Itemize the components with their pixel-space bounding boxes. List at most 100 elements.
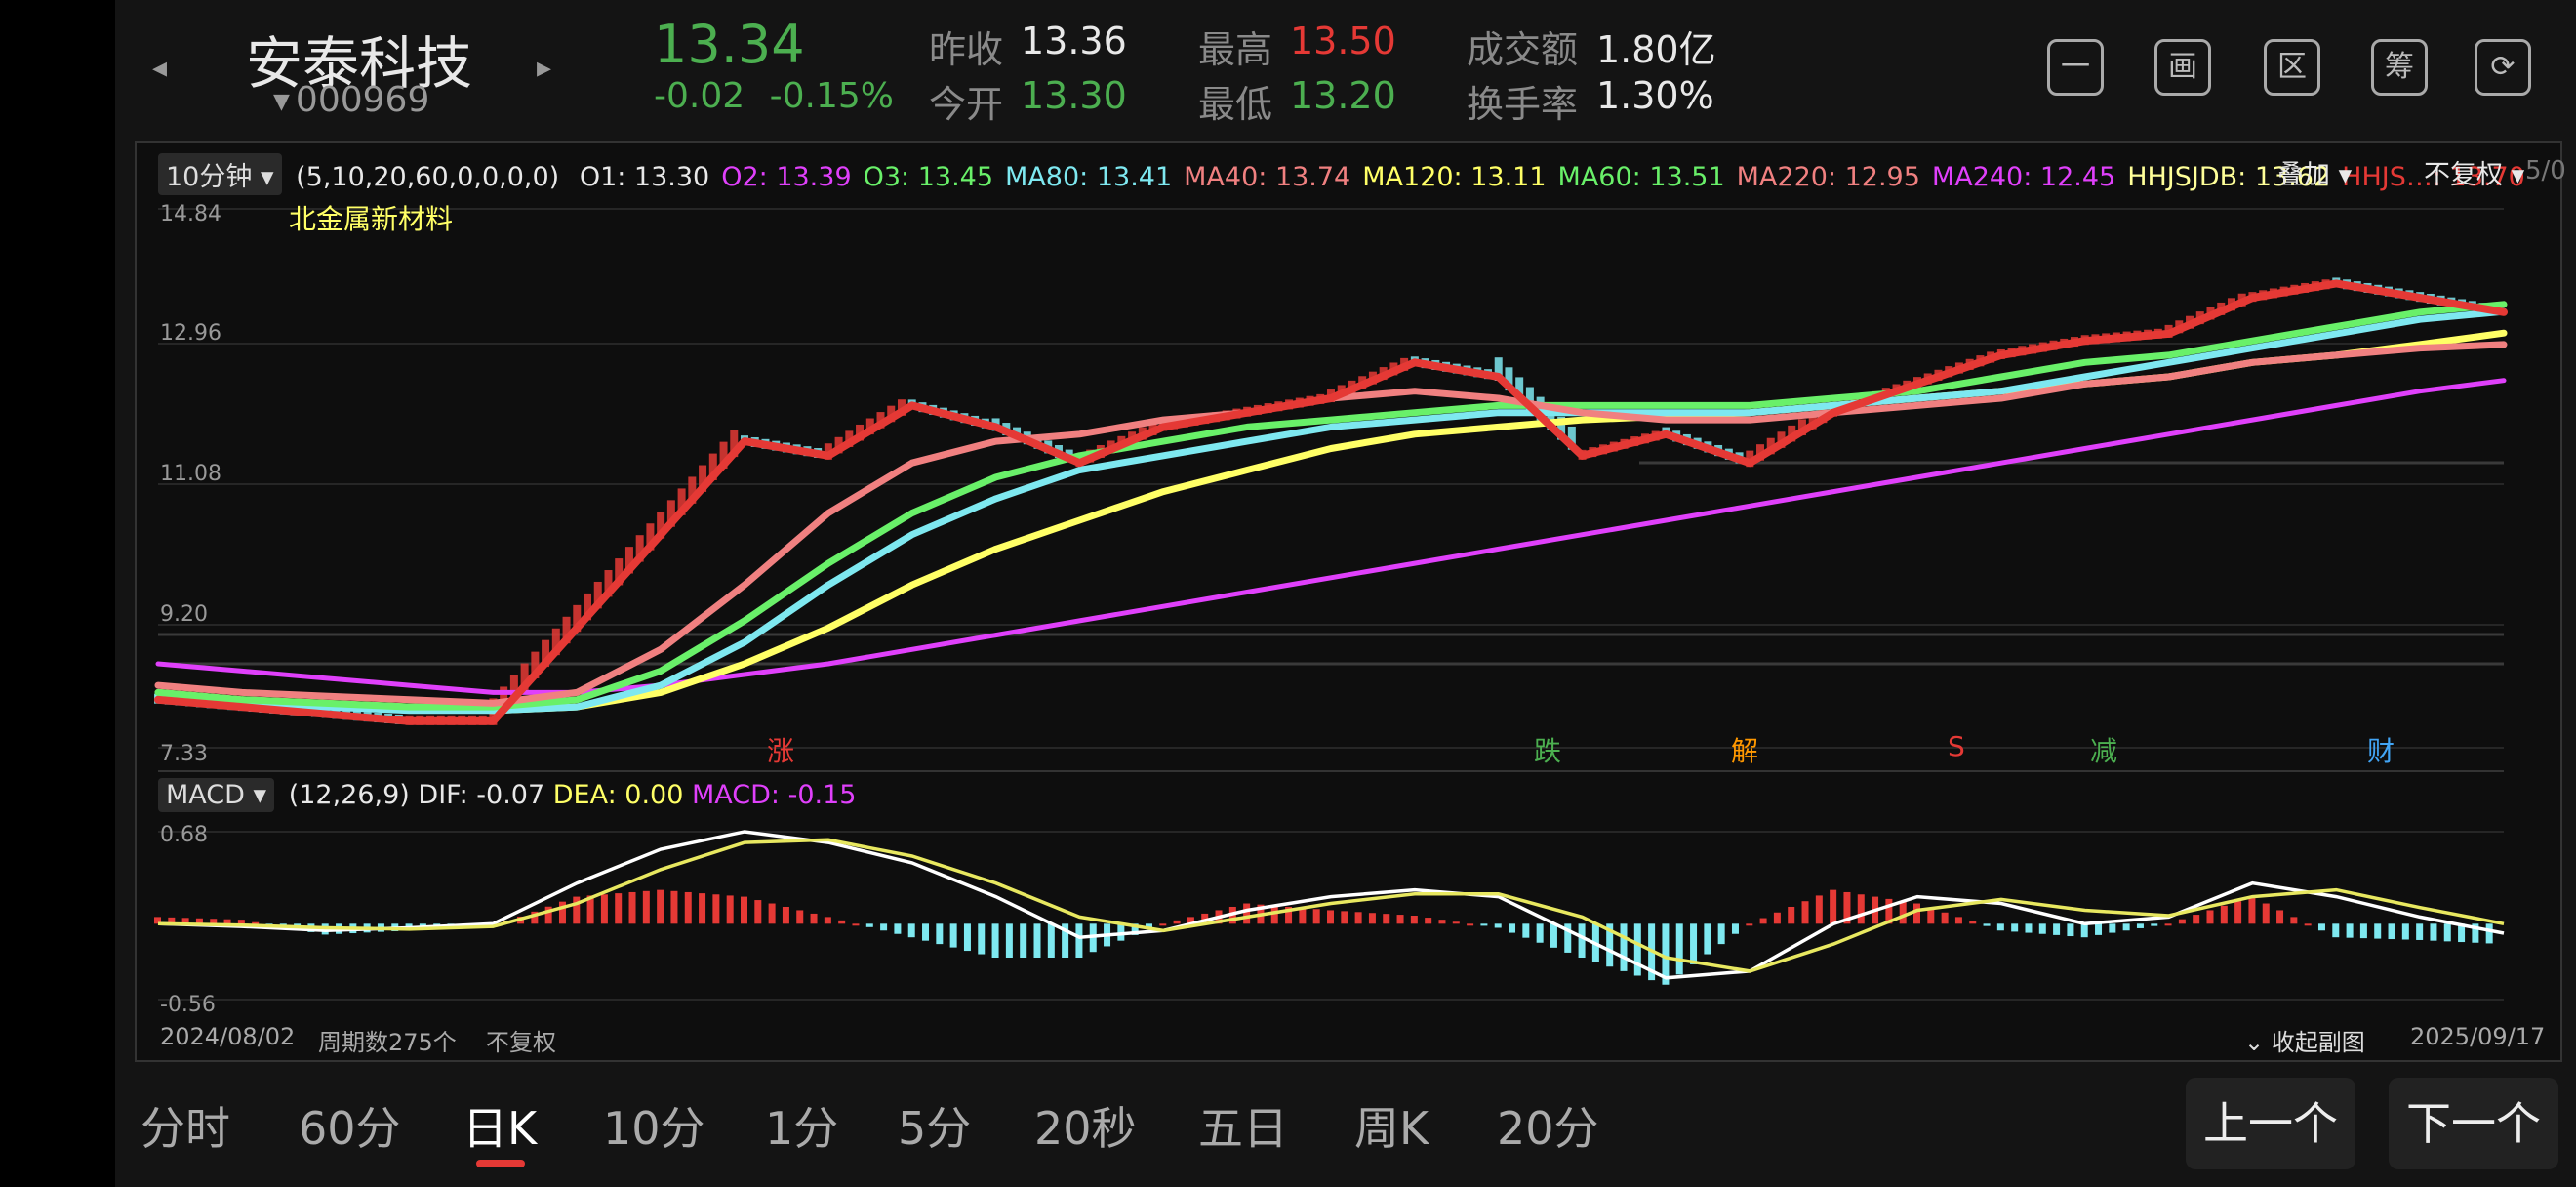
- macd-dea-line: [157, 838, 2505, 973]
- prev-stock-button[interactable]: 上一个: [2186, 1078, 2355, 1169]
- macd-bar: [558, 901, 566, 924]
- macd-dea: DEA: 0.00: [552, 780, 684, 810]
- main-indicator-row: 10分钟 ▾ (5,10,20,60,0,0,0,0) O1: 13.30 O2:…: [158, 153, 2525, 195]
- macd-bar: [2151, 923, 2158, 926]
- macd-bar: [1075, 923, 1083, 958]
- indicator-value: O2: 13.39: [721, 162, 852, 192]
- macd-bar: [2067, 923, 2074, 937]
- indicator-value: MA80: 13.41: [1005, 162, 1173, 192]
- overlay-control[interactable]: 叠加 ▾: [2277, 153, 2352, 191]
- ma-line-hhjs: [154, 279, 2508, 725]
- macd-bar: [2164, 923, 2172, 926]
- macd-bar: [684, 891, 692, 924]
- ma-line-ma80: [154, 307, 2508, 715]
- caret-down-icon: ▾: [253, 780, 267, 810]
- macd-bar: [1522, 923, 1530, 938]
- collapse-subchart-button[interactable]: ⌄ 收起副图: [2244, 1023, 2365, 1057]
- macd-bar: [2276, 910, 2284, 924]
- macd-bar: [2234, 901, 2242, 924]
- macd-bar: [1480, 923, 1488, 926]
- macd-bar: [1996, 923, 2004, 931]
- macd-bar: [1830, 889, 1837, 924]
- macd-bar: [642, 890, 650, 924]
- overlay-label: 叠加: [2277, 160, 2330, 190]
- macd-bar: [573, 896, 581, 924]
- macd-bar: [1899, 901, 1907, 924]
- footer-adjust: 不复权: [486, 1029, 556, 1056]
- macd-bar: [949, 923, 957, 948]
- tab-6[interactable]: 20秒: [1034, 1093, 1137, 1158]
- tab-5[interactable]: 5分: [898, 1093, 971, 1158]
- macd-bar: [1857, 894, 1865, 924]
- macd-bar: [2109, 923, 2116, 933]
- macd-bar: [1746, 923, 1753, 926]
- tab-3[interactable]: 10分: [603, 1093, 705, 1158]
- event-marker[interactable]: 涨: [767, 730, 794, 769]
- macd-bar: [1801, 901, 1809, 924]
- tab-0[interactable]: 分时: [141, 1093, 230, 1158]
- macd-bar: [1941, 912, 1949, 924]
- macd-bar: [1452, 921, 1460, 924]
- macd-bar: [2374, 923, 2382, 939]
- tab-2[interactable]: 日K: [463, 1093, 537, 1158]
- macd-bar: [1327, 910, 1334, 924]
- macd-bar: [1633, 923, 1641, 976]
- macd-bar: [657, 889, 664, 924]
- caret-down-icon: ▾: [2338, 160, 2353, 190]
- macd-bar: [852, 923, 860, 926]
- macd-bar: [223, 919, 231, 924]
- tab-9[interactable]: 20分: [1497, 1093, 1599, 1158]
- macd-bar: [824, 917, 831, 924]
- event-marker[interactable]: 减: [2090, 730, 2117, 769]
- start-date: 2024/08/02: [160, 1023, 296, 1050]
- macd-bar: [1425, 918, 1432, 924]
- period-dropdown[interactable]: 10分钟 ▾: [158, 153, 282, 195]
- macd-bar: [1913, 903, 1920, 924]
- macd-bar: [1620, 923, 1628, 971]
- macd-bar: [1788, 906, 1795, 924]
- macd-bar: [1717, 923, 1725, 945]
- indicator-value: MA40: 13.74: [1184, 162, 1351, 192]
- macd-bar: [2346, 923, 2354, 938]
- event-marker[interactable]: 解: [1731, 730, 1758, 769]
- y-axis-label: 7.33: [160, 742, 208, 766]
- macd-bar: [1773, 912, 1781, 924]
- event-marker[interactable]: 财: [2367, 730, 2395, 769]
- macd-bar: [1270, 905, 1278, 924]
- macd-bar: [2206, 910, 2214, 924]
- macd-bar: [2136, 923, 2144, 928]
- macd-bar: [1550, 923, 1557, 948]
- macd-bar: [699, 893, 706, 924]
- adjust-control[interactable]: 不复权 ▾: [2424, 153, 2524, 191]
- tab-7[interactable]: 五日: [1198, 1093, 1288, 1158]
- y-axis-label: 11.08: [160, 462, 221, 486]
- macd-bar: [1731, 923, 1739, 934]
- tab-8[interactable]: 周K: [1354, 1093, 1429, 1158]
- event-marker[interactable]: S: [1948, 730, 1965, 762]
- indicator-value: MA60: 13.51: [1557, 162, 1725, 192]
- macd-bar: [1173, 920, 1181, 924]
- macd-bar: [2095, 923, 2103, 935]
- macd-bar: [1675, 923, 1683, 975]
- event-marker[interactable]: 跌: [1534, 730, 1561, 769]
- indicator-values: O1: 13.30 O2: 13.39 O3: 13.45 MA80: 13.41 MA…: [568, 162, 2525, 192]
- tab-4[interactable]: 1分: [765, 1093, 838, 1158]
- macd-bar: [2011, 923, 2019, 932]
- indicator-value: O1: 13.30: [579, 162, 710, 192]
- macd-dropdown[interactable]: MACD ▾: [158, 778, 275, 812]
- macd-bar: [2038, 923, 2046, 934]
- macd-bar: [1690, 923, 1698, 964]
- collapse-label: 收起副图: [2271, 1029, 2365, 1056]
- macd-bar: [1759, 918, 1767, 924]
- macd-bar: [907, 923, 915, 938]
- macd-bar: [1396, 915, 1404, 924]
- macd-y-bottom: -0.56: [160, 993, 216, 1017]
- macd-dif: DIF: -0.07: [418, 780, 545, 810]
- macd-bar: [1983, 923, 1991, 926]
- macd-bar: [2317, 923, 2325, 931]
- macd-bar: [1243, 903, 1251, 924]
- next-stock-button[interactable]: 下一个: [2389, 1078, 2558, 1169]
- end-date: 2025/09/17: [2410, 1023, 2546, 1050]
- macd-bar: [1578, 923, 1586, 958]
- tab-1[interactable]: 60分: [299, 1093, 401, 1158]
